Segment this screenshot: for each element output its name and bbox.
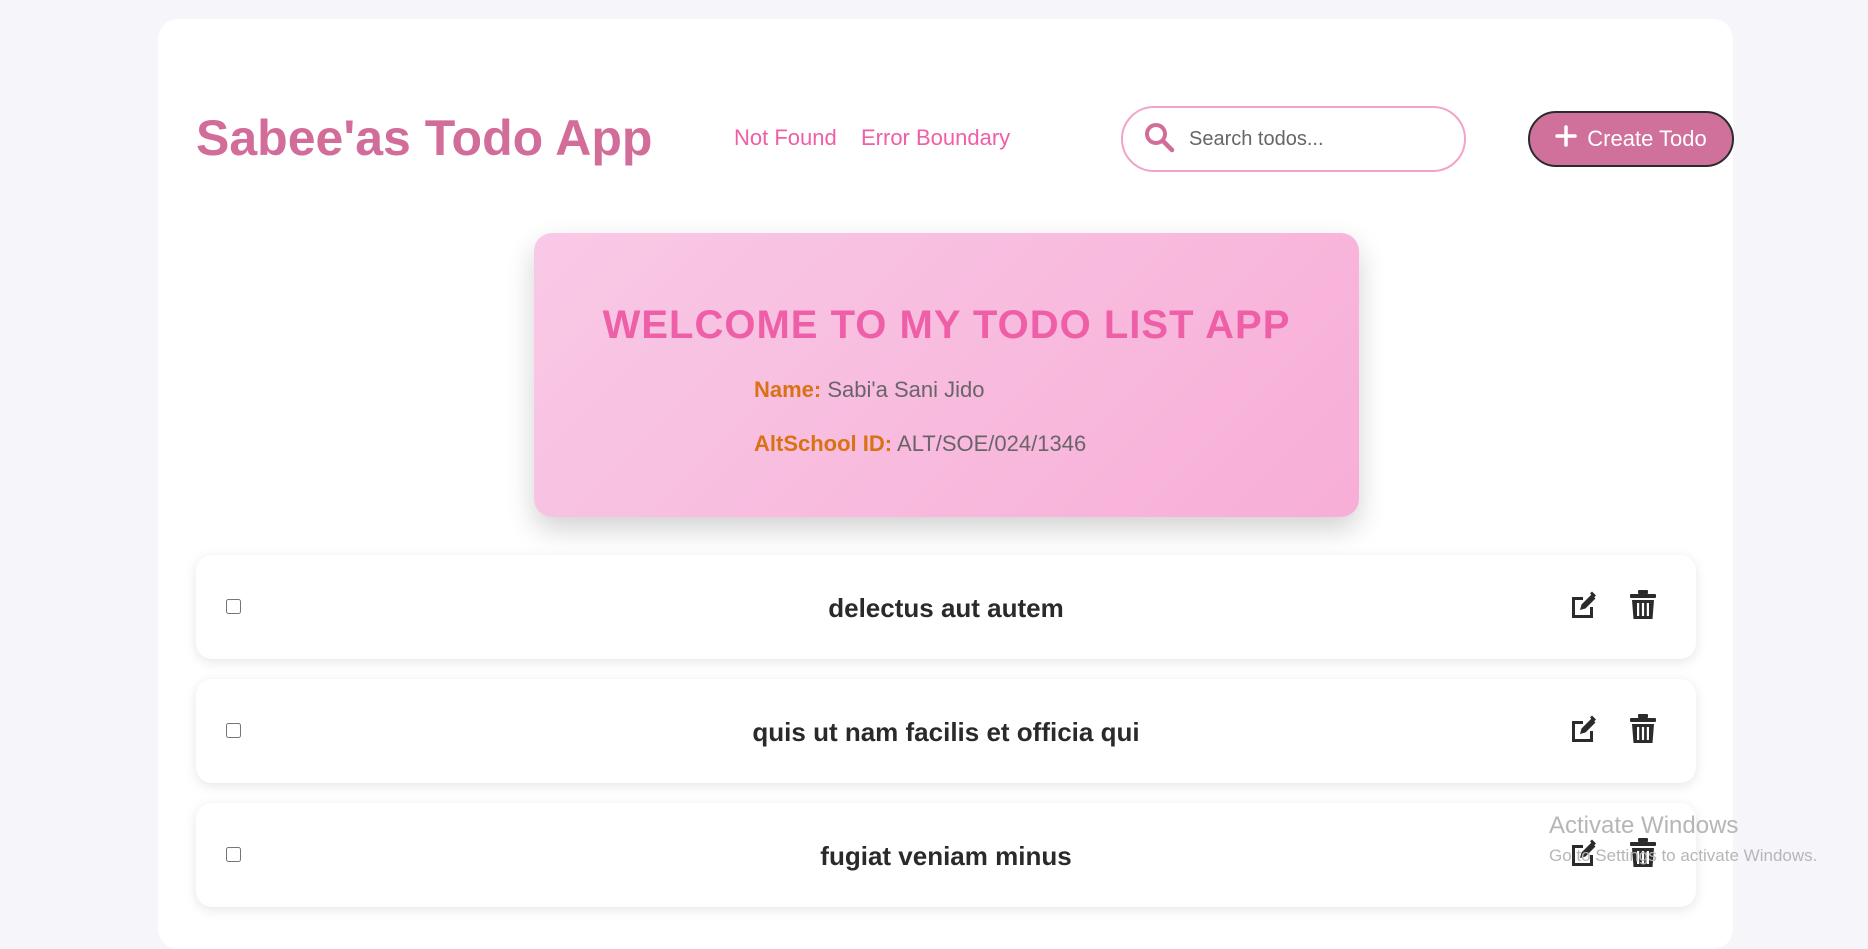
edit-icon[interactable] bbox=[1566, 713, 1598, 745]
header: Sabee'as Todo App Not Found Error Bounda… bbox=[196, 89, 1734, 189]
search-box bbox=[1121, 106, 1466, 172]
app-title: Sabee'as Todo App bbox=[196, 110, 653, 166]
todo-item: quis ut nam facilis et officia qui bbox=[196, 679, 1696, 783]
todo-item: fugiat veniam minus bbox=[196, 803, 1696, 907]
altschool-id-value: ALT/SOE/024/1346 bbox=[897, 431, 1087, 456]
altschool-id-row: AltSchool ID: ALT/SOE/024/1346 bbox=[754, 431, 1086, 457]
watermark-subtitle: Go to Settings to activate Windows. bbox=[1549, 846, 1818, 865]
create-todo-label: Create Todo bbox=[1587, 126, 1707, 151]
todo-title: delectus aut autem bbox=[828, 593, 1064, 623]
search-icon bbox=[1143, 121, 1175, 158]
watermark-title: Activate Windows bbox=[1549, 812, 1739, 839]
nav-link-error-boundary[interactable]: Error Boundary bbox=[861, 125, 1010, 151]
name-label: Name: bbox=[754, 377, 822, 402]
create-todo-button[interactable]: Create Todo bbox=[1528, 111, 1734, 167]
nav-link-not-found[interactable]: Not Found bbox=[734, 125, 837, 151]
todo-title: quis ut nam facilis et officia qui bbox=[752, 717, 1140, 747]
todo-title: fugiat veniam minus bbox=[820, 841, 1072, 871]
welcome-card: WELCOME TO MY TODO LIST APP bbox=[534, 233, 1359, 517]
student-name-row: Name: Sabi'a Sani Jido bbox=[754, 377, 984, 403]
edit-icon[interactable] bbox=[1566, 589, 1598, 621]
trash-icon[interactable] bbox=[1627, 589, 1659, 621]
plus-icon bbox=[1555, 125, 1578, 153]
app-container: Sabee'as Todo App Not Found Error Bounda… bbox=[158, 19, 1734, 949]
todo-item: delectus aut autem bbox=[196, 555, 1696, 659]
trash-icon[interactable] bbox=[1627, 713, 1659, 745]
windows-activation-watermark: Activate Windows Go to Settings to activ… bbox=[1549, 812, 1817, 866]
search-input[interactable] bbox=[1189, 127, 1449, 151]
name-value: Sabi'a Sani Jido bbox=[827, 377, 985, 402]
altschool-id-label: AltSchool ID: bbox=[754, 431, 893, 456]
welcome-heading: WELCOME TO MY TODO LIST APP bbox=[602, 303, 1291, 347]
